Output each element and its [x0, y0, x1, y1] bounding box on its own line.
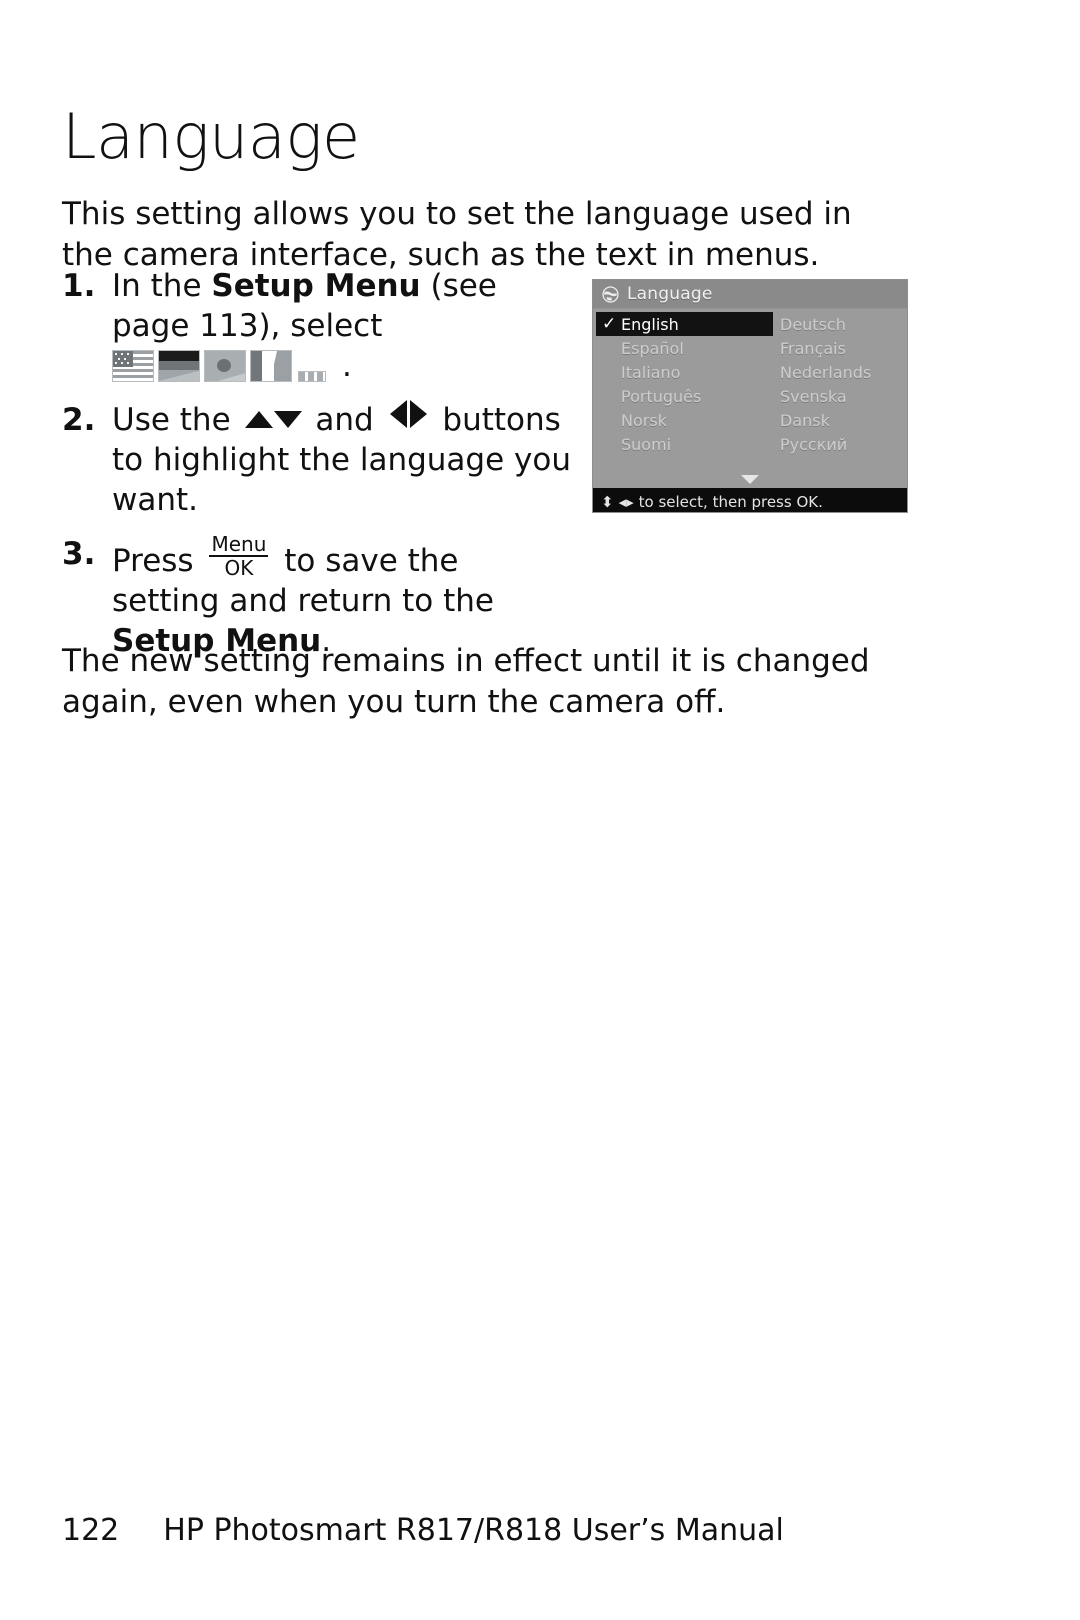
checkmark-icon: ✓: [602, 314, 617, 334]
language-columns: ✓ English Español Italiano Português Nor…: [593, 312, 907, 456]
language-label: Italiano: [621, 362, 681, 382]
step-text-after: .: [342, 348, 352, 384]
manual-page: Language This setting allows you to set …: [0, 0, 1080, 1620]
step-text-mid: and: [305, 402, 384, 438]
flag-vertical-icon: [250, 350, 292, 382]
left-right-hint-icon: ◂▸: [618, 493, 634, 511]
ok-label: OK: [224, 556, 254, 580]
language-label: Español: [621, 338, 684, 358]
language-option-svenska[interactable]: Svenska: [756, 384, 907, 408]
step-text: Use the and buttons to highlight the lan…: [112, 400, 572, 520]
list-item: 2. Use the and buttons to highlight the …: [62, 400, 572, 520]
camera-lcd-screenshot: Language ✓ English Español Italiano Port…: [592, 279, 908, 513]
language-option-portugues[interactable]: Português: [597, 384, 750, 408]
menu-ok-button-icon: Menu OK: [209, 532, 269, 580]
language-label: Svenska: [780, 386, 847, 406]
language-label: Dansk: [780, 410, 830, 430]
lcd-title: Language: [627, 284, 713, 304]
flag-band-2: [159, 361, 199, 370]
language-label: English: [621, 314, 679, 334]
intro-paragraph: This setting allows you to set the langu…: [62, 196, 852, 273]
flag-more-icon: [298, 371, 326, 382]
setup-menu-label: Setup Menu: [211, 268, 421, 304]
language-column-right: Deutsch Français Nederlands Svenska Dans…: [750, 312, 907, 456]
language-flags-icon: [112, 350, 326, 382]
language-label: Français: [780, 338, 846, 358]
language-label: Deutsch: [780, 314, 846, 334]
manual-title: HP Photosmart R817/R818 User’s Manual: [163, 1513, 784, 1548]
page-footer: 122 HP Photosmart R817/R818 User’s Manual: [62, 1513, 784, 1548]
flag-circle: [217, 359, 231, 372]
steps-list: 1. In the Setup Menu (see page 113), sel…: [62, 266, 572, 675]
language-option-francais[interactable]: Français: [756, 336, 907, 360]
flag-us-icon: [112, 350, 154, 382]
language-option-russian[interactable]: Русский: [756, 432, 907, 456]
language-label: Português: [621, 386, 702, 406]
list-item: 1. In the Setup Menu (see page 113), sel…: [62, 266, 572, 386]
step-number: 3.: [62, 536, 96, 572]
language-option-italiano[interactable]: Italiano: [597, 360, 750, 384]
flag-circle-icon: [204, 350, 246, 382]
flag-band-1: [159, 351, 199, 361]
flag-vband-3: [274, 351, 291, 381]
step-text-before: Use the: [112, 402, 241, 438]
lcd-footer-hint: ⬍ ◂▸ to select, then press OK.: [593, 488, 907, 512]
step-number: 2.: [62, 402, 96, 438]
lcd-body: ✓ English Español Italiano Português Nor…: [593, 309, 907, 488]
lcd-footer-text: to select, then press OK.: [638, 493, 823, 511]
flag-vband-1: [251, 351, 262, 381]
language-label: Nederlands: [780, 362, 872, 382]
language-label: Norsk: [621, 410, 667, 430]
arrow-left-icon: [389, 400, 407, 428]
arrow-right-icon: [409, 400, 427, 428]
up-down-hint-icon: ⬍: [601, 493, 614, 511]
arrow-up-icon: [244, 411, 273, 428]
language-option-english[interactable]: ✓ English: [596, 312, 773, 336]
step-text-before: In the: [112, 268, 212, 304]
page-number: 122: [62, 1513, 120, 1548]
language-label: Русский: [780, 434, 848, 454]
globe-icon: [602, 285, 619, 303]
language-option-deutsch[interactable]: Deutsch: [756, 312, 907, 336]
language-option-suomi[interactable]: Suomi: [597, 432, 750, 456]
up-down-arrows-icon: [244, 400, 302, 440]
language-column-left: ✓ English Español Italiano Português Nor…: [593, 312, 773, 456]
language-option-nederlands[interactable]: Nederlands: [756, 360, 907, 384]
language-option-dansk[interactable]: Dansk: [756, 408, 907, 432]
lcd-header: Language: [593, 280, 907, 309]
step-text-before: Press: [112, 543, 204, 579]
closing-paragraph: The new setting remains in effect until …: [62, 643, 870, 720]
flag-stripes-top: [133, 351, 153, 367]
menu-label: Menu: [209, 532, 269, 557]
flag-canton: [113, 351, 133, 367]
language-option-espanol[interactable]: Español: [597, 336, 750, 360]
arrow-down-icon: [273, 411, 302, 428]
page-title: Language: [62, 99, 360, 173]
left-right-arrows-icon: [389, 400, 427, 440]
step-text: In the Setup Menu (see page 113), select: [112, 266, 572, 386]
scroll-down-arrow-icon[interactable]: [741, 475, 759, 484]
language-option-norsk[interactable]: Norsk: [597, 408, 750, 432]
flag-bands-icon: [158, 350, 200, 382]
language-label: Suomi: [621, 434, 672, 454]
step-number: 1.: [62, 268, 96, 304]
